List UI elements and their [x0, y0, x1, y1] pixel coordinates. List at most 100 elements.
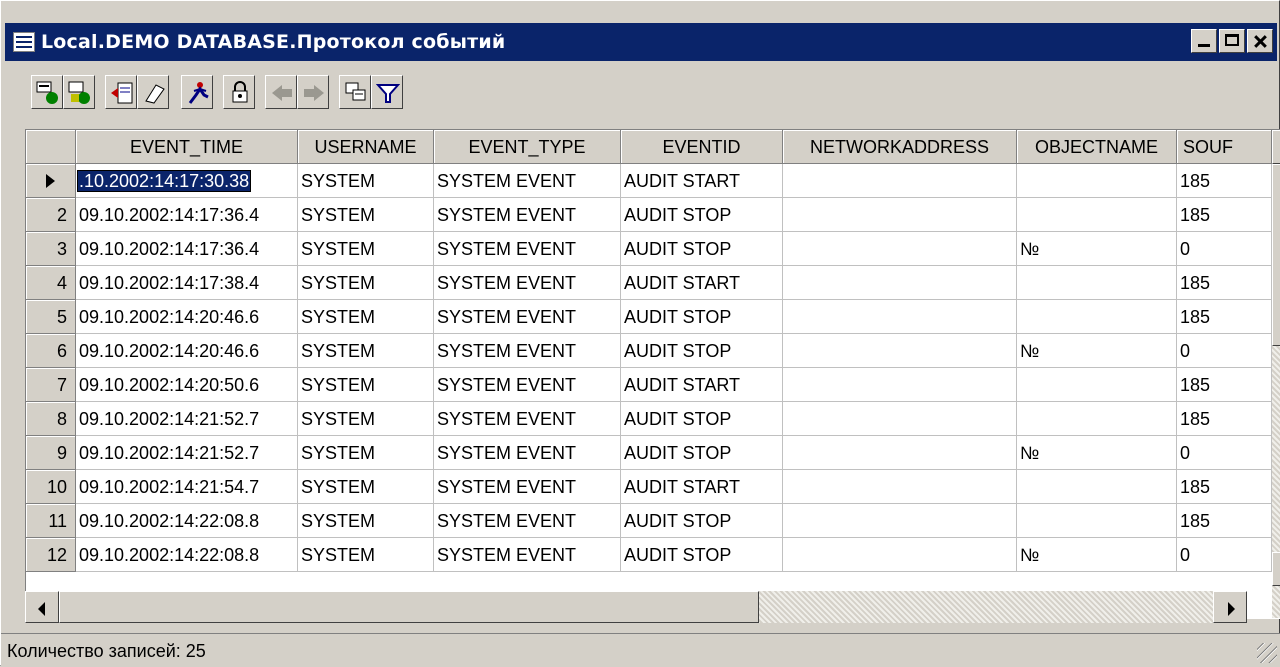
scroll-down-button[interactable] — [1272, 552, 1280, 586]
resize-grip-icon[interactable] — [1257, 643, 1277, 663]
cell-event-type[interactable]: SYSTEM EVENT — [434, 300, 621, 334]
cell-objectname[interactable] — [1017, 300, 1177, 334]
row-indicator[interactable]: 4 — [26, 266, 76, 300]
row-indicator[interactable]: 12 — [26, 538, 76, 572]
cell-event-time[interactable]: 09.10.2002:14:21:54.7 — [76, 470, 298, 504]
row-indicator[interactable]: 8 — [26, 402, 76, 436]
cell-username[interactable]: SYSTEM — [298, 538, 434, 572]
cell-networkaddress[interactable] — [783, 266, 1017, 300]
cell-networkaddress[interactable] — [783, 334, 1017, 368]
cell-source[interactable]: 185 — [1177, 368, 1272, 402]
cell-eventid[interactable]: AUDIT START — [621, 368, 783, 402]
cell-eventid[interactable]: AUDIT STOP — [621, 232, 783, 266]
cell-event-type[interactable]: SYSTEM EVENT — [434, 368, 621, 402]
table-window-icon[interactable] — [13, 32, 35, 52]
cell-event-time[interactable]: 09.10.2002:14:20:46.6 — [76, 300, 298, 334]
cell-username[interactable]: SYSTEM — [298, 470, 434, 504]
column-header-event-type[interactable]: EVENT_TYPE — [434, 130, 621, 164]
row-indicator[interactable]: 6 — [26, 334, 76, 368]
cell-source[interactable]: 0 — [1177, 538, 1272, 572]
row-indicator[interactable]: 9 — [26, 436, 76, 470]
cell-eventid[interactable]: AUDIT STOP — [621, 334, 783, 368]
cell-networkaddress[interactable] — [783, 164, 1017, 198]
import-filter-button[interactable] — [31, 75, 63, 109]
cell-event-time[interactable]: 09.10.2002:14:17:36.4 — [76, 232, 298, 266]
row-indicator[interactable]: 5 — [26, 300, 76, 334]
minimize-button[interactable] — [1191, 29, 1217, 53]
column-header-objectname[interactable]: OBJECTNAME — [1017, 130, 1177, 164]
cell-networkaddress[interactable] — [783, 198, 1017, 232]
filter-button[interactable] — [371, 75, 403, 109]
row-indicator[interactable]: 10 — [26, 470, 76, 504]
cell-event-type[interactable]: SYSTEM EVENT — [434, 266, 621, 300]
cell-source[interactable]: 0 — [1177, 436, 1272, 470]
cell-source[interactable]: 0 — [1177, 334, 1272, 368]
cell-eventid[interactable]: AUDIT START — [621, 470, 783, 504]
cell-eventid[interactable]: AUDIT STOP — [621, 504, 783, 538]
maximize-button[interactable] — [1219, 29, 1245, 53]
cell-eventid[interactable]: AUDIT STOP — [621, 436, 783, 470]
cell-source[interactable]: 0 — [1177, 232, 1272, 266]
horizontal-scroll-thumb[interactable] — [59, 591, 759, 623]
cell-networkaddress[interactable] — [783, 368, 1017, 402]
cell-event-time[interactable]: 09.10.2002:14:22:08.8 — [76, 538, 298, 572]
cell-event-type[interactable]: SYSTEM EVENT — [434, 198, 621, 232]
insert-record-button[interactable] — [105, 75, 137, 109]
row-indicator[interactable]: 2 — [26, 198, 76, 232]
column-header-username[interactable]: USERNAME — [298, 130, 434, 164]
cell-event-time[interactable]: 09.10.2002:14:20:50.6 — [76, 368, 298, 402]
cell-username[interactable]: SYSTEM — [298, 198, 434, 232]
cell-username[interactable]: SYSTEM — [298, 300, 434, 334]
close-button[interactable] — [1247, 29, 1273, 53]
cell-eventid[interactable]: AUDIT STOP — [621, 402, 783, 436]
column-header-source[interactable]: SOUF — [1177, 130, 1272, 164]
export-filter-button[interactable] — [63, 75, 95, 109]
grid-corner[interactable] — [26, 130, 76, 164]
cell-event-time[interactable]: 09.10.2002:14:17:38.4 — [76, 266, 298, 300]
title-bar[interactable]: Local.DEMO DATABASE.Протокол событий — [5, 23, 1277, 61]
cell-objectname[interactable] — [1017, 164, 1177, 198]
cell-event-type[interactable]: SYSTEM EVENT — [434, 334, 621, 368]
column-header-event-time[interactable]: EVENT_TIME — [76, 130, 298, 164]
run-button[interactable] — [181, 75, 213, 109]
cell-event-time[interactable]: 09.10.2002:14:17:36.4 — [76, 198, 298, 232]
scroll-right-button[interactable] — [1213, 591, 1247, 623]
cell-objectname[interactable] — [1017, 368, 1177, 402]
prev-record-button[interactable] — [265, 75, 297, 109]
lock-button[interactable] — [223, 75, 255, 109]
row-indicator[interactable]: 7 — [26, 368, 76, 402]
cell-event-time[interactable]: 09.10.2002:14:21:52.7 — [76, 436, 298, 470]
cell-eventid[interactable]: AUDIT STOP — [621, 300, 783, 334]
cell-event-time[interactable]: 09.10.2002:14:21:52.7 — [76, 402, 298, 436]
cell-username[interactable]: SYSTEM — [298, 266, 434, 300]
cell-username[interactable]: SYSTEM — [298, 334, 434, 368]
cell-objectname[interactable] — [1017, 266, 1177, 300]
cell-networkaddress[interactable] — [783, 402, 1017, 436]
horizontal-scrollbar[interactable] — [25, 591, 1247, 623]
cell-networkaddress[interactable] — [783, 504, 1017, 538]
cell-source[interactable]: 185 — [1177, 198, 1272, 232]
cell-username[interactable]: SYSTEM — [298, 368, 434, 402]
cell-objectname[interactable] — [1017, 198, 1177, 232]
cell-networkaddress[interactable] — [783, 300, 1017, 334]
cell-networkaddress[interactable] — [783, 436, 1017, 470]
cell-source[interactable]: 185 — [1177, 504, 1272, 538]
column-header-eventid[interactable]: EVENTID — [621, 130, 783, 164]
cell-event-type[interactable]: SYSTEM EVENT — [434, 538, 621, 572]
column-header-networkaddress[interactable]: NETWORKADDRESS — [783, 130, 1017, 164]
cell-objectname[interactable] — [1017, 402, 1177, 436]
cell-event-type[interactable]: SYSTEM EVENT — [434, 436, 621, 470]
row-indicator[interactable]: 3 — [26, 232, 76, 266]
cell-objectname[interactable]: № — [1017, 334, 1177, 368]
cell-username[interactable]: SYSTEM — [298, 402, 434, 436]
row-indicator[interactable]: 11 — [26, 504, 76, 538]
cell-event-type[interactable]: SYSTEM EVENT — [434, 402, 621, 436]
cell-objectname[interactable]: № — [1017, 538, 1177, 572]
cell-username[interactable]: SYSTEM — [298, 232, 434, 266]
vertical-scroll-thumb[interactable] — [1272, 164, 1280, 346]
erase-button[interactable] — [137, 75, 169, 109]
cell-objectname[interactable]: № — [1017, 436, 1177, 470]
cell-objectname[interactable] — [1017, 470, 1177, 504]
cell-eventid[interactable]: AUDIT START — [621, 164, 783, 198]
cell-event-time[interactable]: .10.2002:14:17:30.38 — [76, 164, 298, 198]
